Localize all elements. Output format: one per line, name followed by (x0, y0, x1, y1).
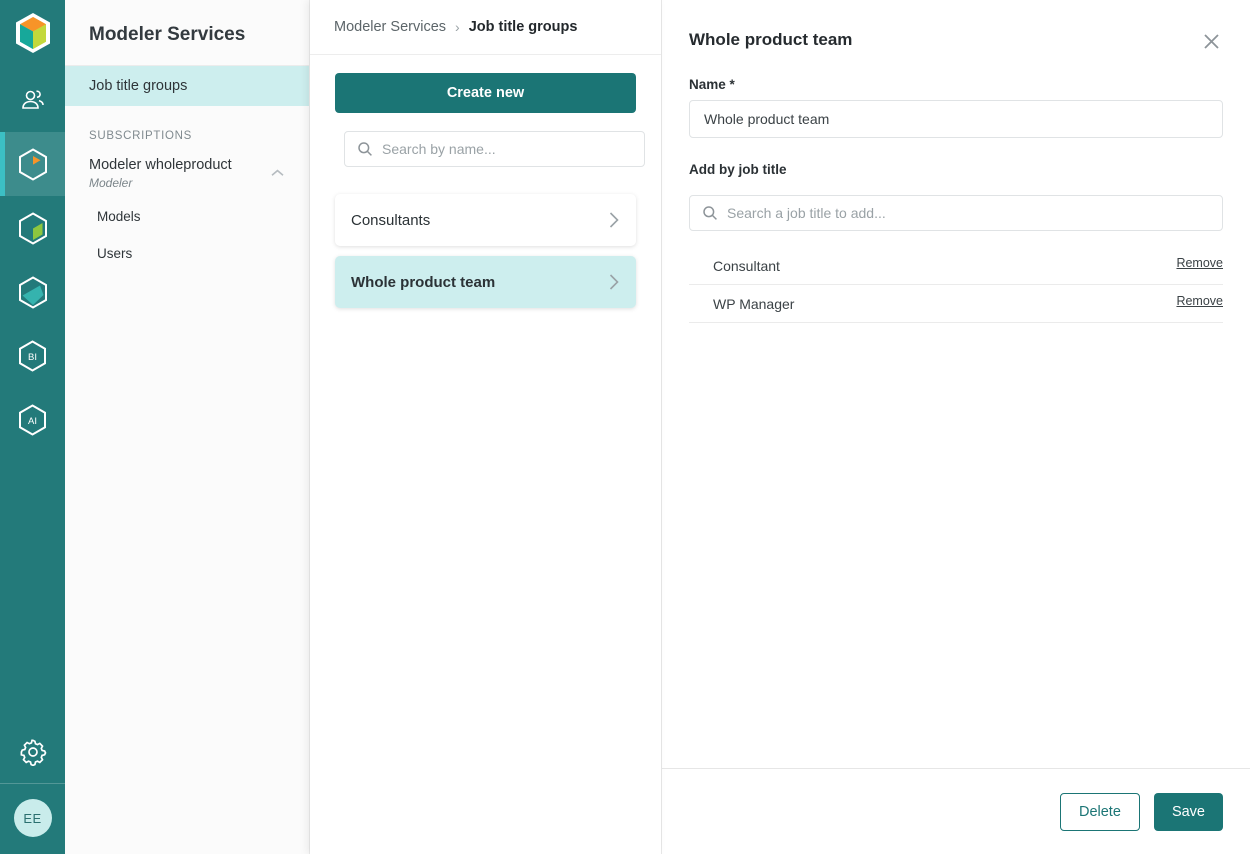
rail-item-modeler-services[interactable] (0, 132, 65, 196)
sidebar-section-subscriptions: SUBSCRIPTIONS (89, 130, 193, 142)
search-icon (702, 205, 718, 221)
breadcrumb-parent[interactable]: Modeler Services (334, 19, 446, 35)
chevron-right-icon (608, 273, 620, 291)
breadcrumb: Modeler Services › Job title groups (310, 0, 661, 55)
rail-item-settings[interactable] (0, 721, 65, 783)
remove-button[interactable]: Remove (1176, 294, 1223, 308)
add-by-job-title-label: Add by job title (689, 162, 787, 177)
rail-item-bi[interactable]: BI (0, 324, 65, 388)
sidebar-subscription-modeler-wholeproduct[interactable]: Modeler wholeproduct Modeler (65, 150, 309, 198)
group-card-label: Whole product team (351, 273, 496, 291)
job-title-groups-panel: Modeler Services › Job title groups Crea… (310, 0, 661, 854)
job-title-list: Consultant Remove WP Manager Remove (689, 247, 1223, 323)
detail-footer: Delete Save (662, 768, 1250, 854)
subscription-plan: Modeler (89, 176, 133, 190)
chevron-right-icon (608, 211, 620, 229)
panel-body: Create new Consultants (310, 55, 661, 308)
search-by-name-field[interactable] (344, 131, 645, 167)
app-rail: BI AI EE (0, 0, 65, 854)
group-card-consultants[interactable]: Consultants (335, 194, 636, 246)
rail-divider (0, 783, 65, 784)
group-card-label: Consultants (351, 211, 431, 229)
rail-item-models[interactable] (0, 196, 65, 260)
hexagon-orange-segment-icon (18, 147, 48, 181)
rail-item-ai[interactable]: AI (0, 388, 65, 452)
close-button[interactable] (1200, 30, 1223, 53)
breadcrumb-separator-icon: › (455, 19, 460, 35)
job-title-search-field[interactable] (689, 195, 1223, 231)
job-title-search-input[interactable] (727, 205, 1210, 221)
sidebar: Modeler Services Job title groups SUBSCR… (65, 0, 310, 854)
search-icon (357, 141, 373, 157)
svg-text:AI: AI (28, 416, 37, 427)
job-title-name: WP Manager (713, 295, 795, 312)
rail-bottom: EE (0, 721, 65, 854)
sidebar-item-users[interactable]: Users (65, 235, 309, 272)
group-list: Consultants Whole product team (335, 194, 636, 308)
page-title: Whole product team (689, 30, 853, 49)
search-input[interactable] (382, 141, 632, 157)
hexagon-teal-band-icon (18, 275, 48, 309)
table-row: Consultant Remove (689, 247, 1223, 285)
rail-item-data[interactable] (0, 260, 65, 324)
group-card-whole-product-team[interactable]: Whole product team (335, 256, 636, 308)
detail-header: Whole product team (662, 0, 1250, 53)
breadcrumb-current: Job title groups (468, 19, 578, 35)
chevron-up-icon[interactable] (269, 168, 285, 178)
detail-body: Name * Add by job title Consultant Remov… (662, 53, 1250, 768)
delete-button[interactable]: Delete (1059, 792, 1140, 831)
remove-button[interactable]: Remove (1176, 256, 1223, 270)
sidebar-item-models[interactable]: Models (65, 198, 309, 235)
sidebar-subitem-label: Models (97, 209, 141, 224)
people-icon (20, 87, 46, 113)
create-new-button[interactable]: Create new (335, 73, 636, 113)
hexagon-bi-icon: BI (18, 340, 47, 372)
hexagon-ai-icon: AI (18, 404, 47, 436)
sidebar-title: Modeler Services (89, 24, 246, 45)
svg-text:BI: BI (28, 352, 37, 363)
subscription-text-block: Modeler wholeproduct Modeler (89, 156, 232, 192)
cube-logo-icon[interactable] (0, 10, 65, 56)
close-icon (1202, 32, 1221, 51)
job-title-name: Consultant (713, 257, 780, 274)
app-root: BI AI EE Modeler Services Job title grou… (0, 0, 1250, 854)
subscription-name: Modeler wholeproduct (89, 157, 232, 173)
rail-item-people[interactable] (0, 68, 65, 132)
avatar[interactable]: EE (13, 799, 52, 837)
group-detail-panel: Whole product team Name * Add by job tit… (661, 0, 1250, 854)
sidebar-item-label: Job title groups (89, 78, 188, 94)
gear-icon (19, 738, 47, 766)
sidebar-subitem-label: Users (97, 246, 133, 261)
sidebar-item-job-title-groups[interactable]: Job title groups (65, 66, 309, 106)
table-row: WP Manager Remove (689, 285, 1223, 323)
name-field[interactable] (689, 100, 1223, 138)
hexagon-green-segment-icon (18, 211, 48, 245)
name-label: Name * (689, 77, 735, 92)
save-button[interactable]: Save (1153, 792, 1223, 831)
